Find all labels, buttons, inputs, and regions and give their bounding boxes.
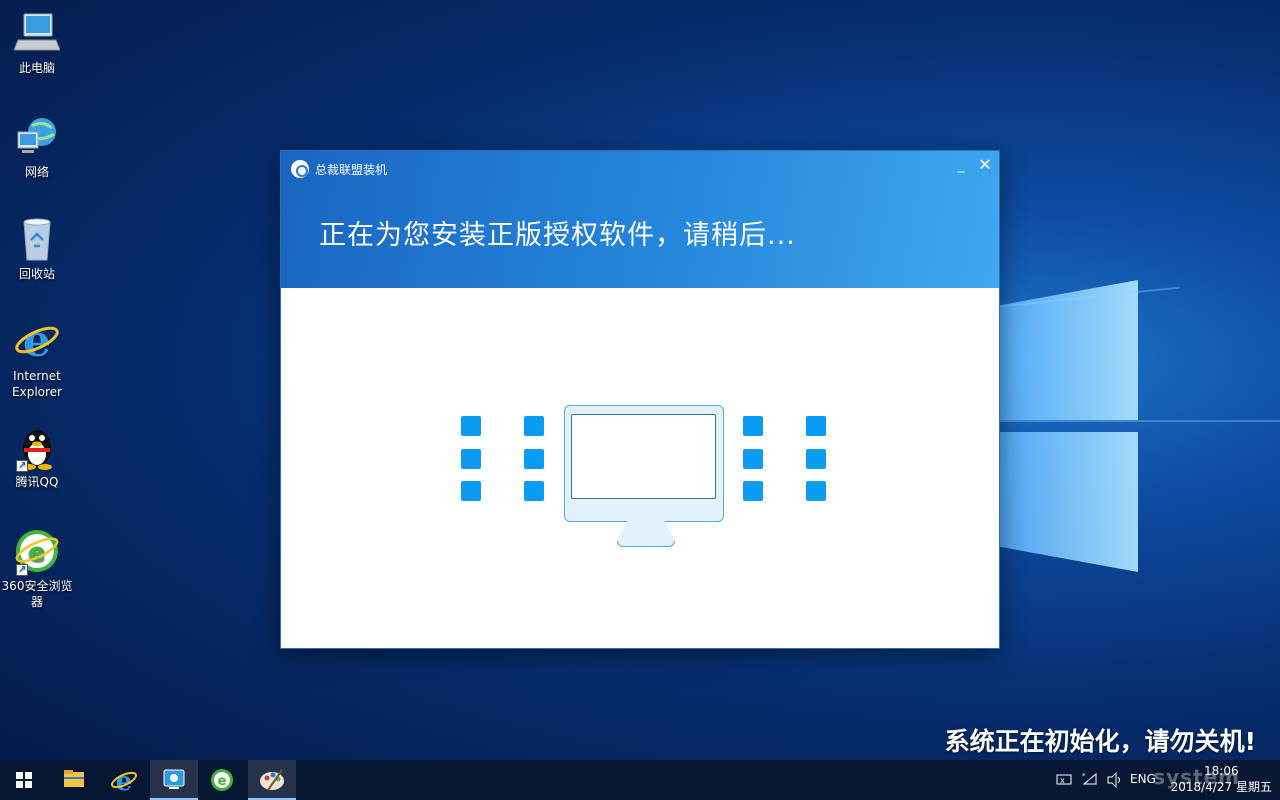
volume-icon[interactable]	[1106, 771, 1124, 800]
desktop-icon-label: Internet Explorer	[12, 369, 62, 399]
monitor-illustration-icon	[564, 405, 724, 522]
taskbar-paint[interactable]	[248, 760, 296, 800]
monitor-stand-icon	[617, 521, 675, 547]
dialog-title: 总裁联盟装机	[315, 163, 388, 177]
desktop-icon-label: 回收站	[18, 267, 55, 281]
progress-block	[524, 416, 544, 436]
desktop-icon-recycle-bin[interactable]: 回收站	[0, 216, 74, 282]
dialog-body	[281, 288, 999, 650]
taskbar-internet-explorer[interactable]: e	[100, 760, 148, 800]
svg-text:e: e	[218, 774, 227, 789]
shortcut-arrow-icon	[16, 562, 28, 578]
desktop-icon-network[interactable]: 网络	[0, 114, 74, 180]
windows-logo-wallpaper	[1000, 280, 1140, 580]
recycle-bin-icon	[14, 216, 60, 262]
close-button[interactable]: ✕	[975, 155, 995, 175]
taskbar-installer[interactable]	[150, 760, 198, 800]
progress-block	[461, 449, 481, 469]
desktop-icon-360-browser[interactable]: e 360安全浏览器	[0, 528, 74, 610]
qq-penguin-icon	[14, 424, 60, 474]
progress-block	[806, 416, 826, 436]
progress-block	[461, 416, 481, 436]
initializing-notice: 系统正在初始化，请勿关机!	[944, 727, 1256, 756]
progress-block	[524, 481, 544, 501]
install-status-message: 正在为您安装正版授权软件，请稍后...	[319, 220, 796, 251]
progress-block	[743, 416, 763, 436]
svg-text:x: x	[1060, 776, 1065, 785]
input-language-indicator[interactable]: ENG	[1130, 772, 1156, 800]
watermark: system	[1153, 765, 1240, 789]
computer-icon	[13, 10, 61, 56]
progress-block	[806, 449, 826, 469]
wallpaper-light-ray	[1000, 420, 1280, 422]
progress-block	[806, 481, 826, 501]
start-button[interactable]	[0, 760, 48, 800]
desktop-icon-label: 360安全浏览器	[1, 579, 73, 609]
installer-logo-icon	[291, 160, 309, 178]
ie-icon: e	[111, 767, 137, 797]
desktop-icon-label: 此电脑	[18, 61, 55, 75]
monitor-screen	[571, 414, 716, 499]
360-browser-icon: e	[14, 528, 60, 578]
installer-dialog: 总裁联盟装机 _ ✕ 正在为您安装正版授权软件，请稍后...	[280, 150, 1000, 649]
network-disconnected-icon[interactable]: x	[1056, 772, 1074, 800]
progress-block	[461, 481, 481, 501]
360-browser-icon: e	[211, 769, 233, 791]
desktop-icon-qq[interactable]: 腾讯QQ	[0, 424, 74, 490]
taskbar-file-explorer[interactable]	[50, 760, 98, 800]
desktop-icon-internet-explorer[interactable]: e Internet Explorer	[0, 316, 74, 400]
network-icon	[14, 114, 60, 160]
file-explorer-icon	[64, 770, 84, 787]
svg-text:e: e	[23, 318, 51, 364]
installer-icon	[163, 769, 185, 789]
progress-block	[743, 449, 763, 469]
start-icon	[16, 772, 32, 788]
progress-block	[743, 481, 763, 501]
dialog-header: 总裁联盟装机 _ ✕ 正在为您安装正版授权软件，请稍后...	[281, 151, 999, 288]
desktop-icon-this-pc[interactable]: 此电脑	[0, 10, 74, 76]
desktop-icon-label: 腾讯QQ	[15, 475, 59, 489]
wifi-icon[interactable]: *	[1082, 772, 1100, 800]
ie-icon: e	[14, 316, 60, 367]
paint-icon	[260, 769, 284, 791]
shortcut-arrow-icon	[16, 458, 28, 474]
svg-text:*: *	[1082, 772, 1086, 780]
taskbar: e e x * ENG 18:06 2018/4/27 星期五	[0, 760, 1280, 800]
desktop-icon-label: 网络	[24, 165, 49, 179]
minimize-button[interactable]: _	[951, 155, 971, 175]
taskbar-360-browser[interactable]: e	[198, 760, 246, 800]
progress-block	[524, 449, 544, 469]
